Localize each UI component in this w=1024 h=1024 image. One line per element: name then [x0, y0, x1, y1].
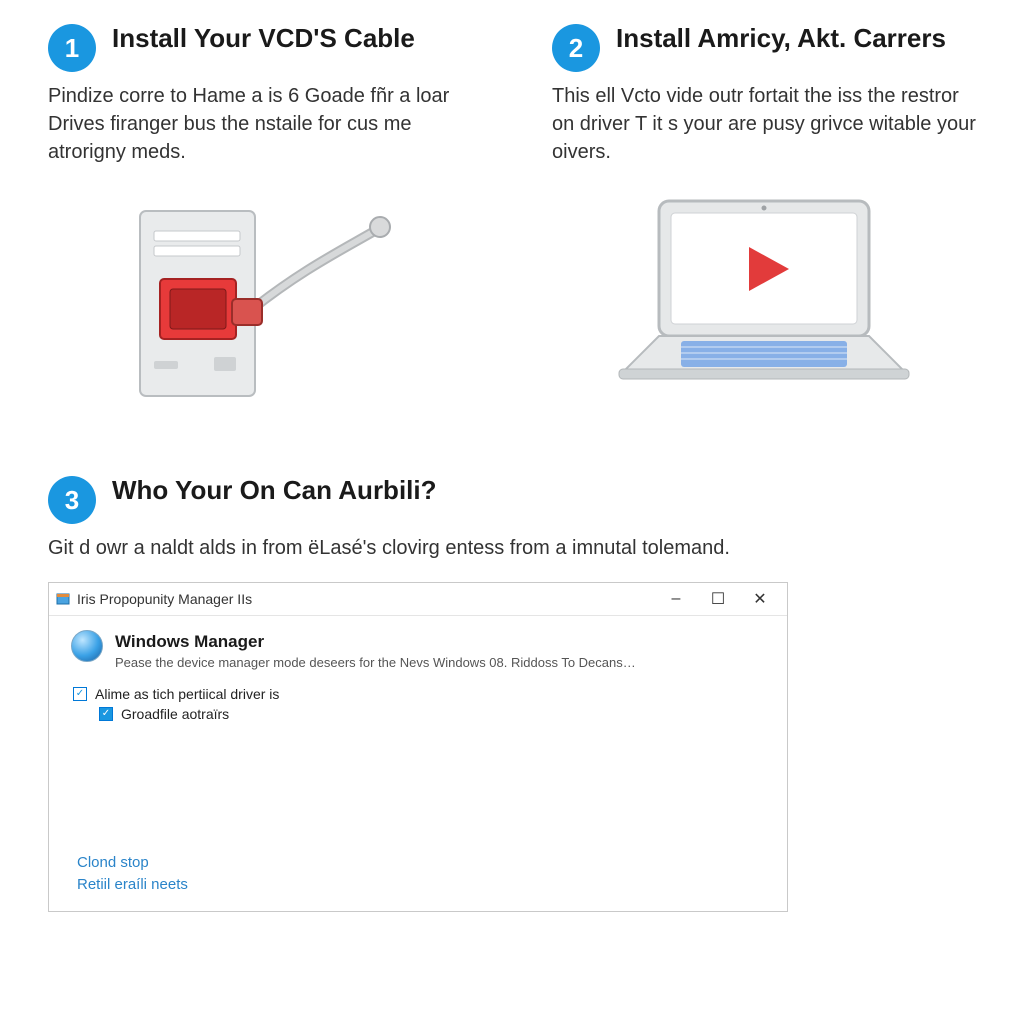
window-title: Iris Propopunity Manager IIs: [77, 591, 655, 607]
computer-with-cable-illustration: [48, 186, 472, 416]
step-header: 2 Install Amricy, Akt. Carrers: [552, 24, 976, 72]
window-body: Windows Manager Pease the device manager…: [49, 616, 787, 911]
step-1: 1 Install Your VCD'S Cable Pindize corre…: [48, 24, 472, 416]
footer-link[interactable]: Retiil eraíli neets: [77, 876, 759, 893]
tree-item-label: Groadfile aotraïrs: [121, 706, 229, 722]
step-header: 3 Who Your On Can Aurbili?: [48, 476, 976, 524]
checkbox-icon[interactable]: ✓: [99, 707, 113, 721]
footer-link[interactable]: Clond stop: [77, 854, 759, 871]
device-manager-window: Iris Propopunity Manager IIs – ☐ ✕ Windo…: [48, 582, 788, 912]
window-app-icon: [55, 591, 71, 607]
step-header: 1 Install Your VCD'S Cable: [48, 24, 472, 72]
device-tree: ✓ Alime as tich pertiical driver is ✓ Gr…: [63, 680, 773, 724]
step-number-badge: 2: [552, 24, 600, 72]
tree-item-label: Alime as tich pertiical driver is: [95, 686, 279, 702]
step-3: 3 Who Your On Can Aurbili? Git d owr a n…: [48, 476, 976, 912]
laptop-with-video-illustration: [552, 186, 976, 416]
step-description: Git d owr a naldt alds in from ëLasé's c…: [48, 534, 828, 562]
tree-item[interactable]: ✓ Alime as tich pertiical driver is: [73, 684, 763, 704]
step-number-badge: 1: [48, 24, 96, 72]
step-title: Who Your On Can Aurbili?: [112, 476, 437, 506]
tree-item[interactable]: ✓ Groadfile aotraïrs: [73, 704, 763, 724]
minimize-button[interactable]: –: [655, 587, 697, 611]
step-title: Install Your VCD'S Cable: [112, 24, 415, 54]
manager-subtext: Pease the device manager mode deseers fo…: [115, 655, 636, 670]
window-titlebar: Iris Propopunity Manager IIs – ☐ ✕: [49, 583, 787, 616]
step-title: Install Amricy, Akt. Carrers: [616, 24, 946, 54]
window-footer-links: Clond stop Retiil eraíli neets: [63, 724, 773, 903]
maximize-button[interactable]: ☐: [697, 587, 739, 611]
globe-icon: [71, 630, 103, 662]
step-2: 2 Install Amricy, Akt. Carrers This ell …: [552, 24, 976, 416]
close-button[interactable]: ✕: [739, 587, 781, 611]
step-number-badge: 3: [48, 476, 96, 524]
manager-header: Windows Manager Pease the device manager…: [63, 624, 773, 680]
step-description: Pindize corre to Hame a is 6 Goade fñr a…: [48, 82, 472, 166]
checkbox-icon[interactable]: ✓: [73, 687, 87, 701]
manager-title: Windows Manager: [115, 630, 636, 652]
step-description: This ell Vcto vide outr fortait the iss …: [552, 82, 976, 166]
